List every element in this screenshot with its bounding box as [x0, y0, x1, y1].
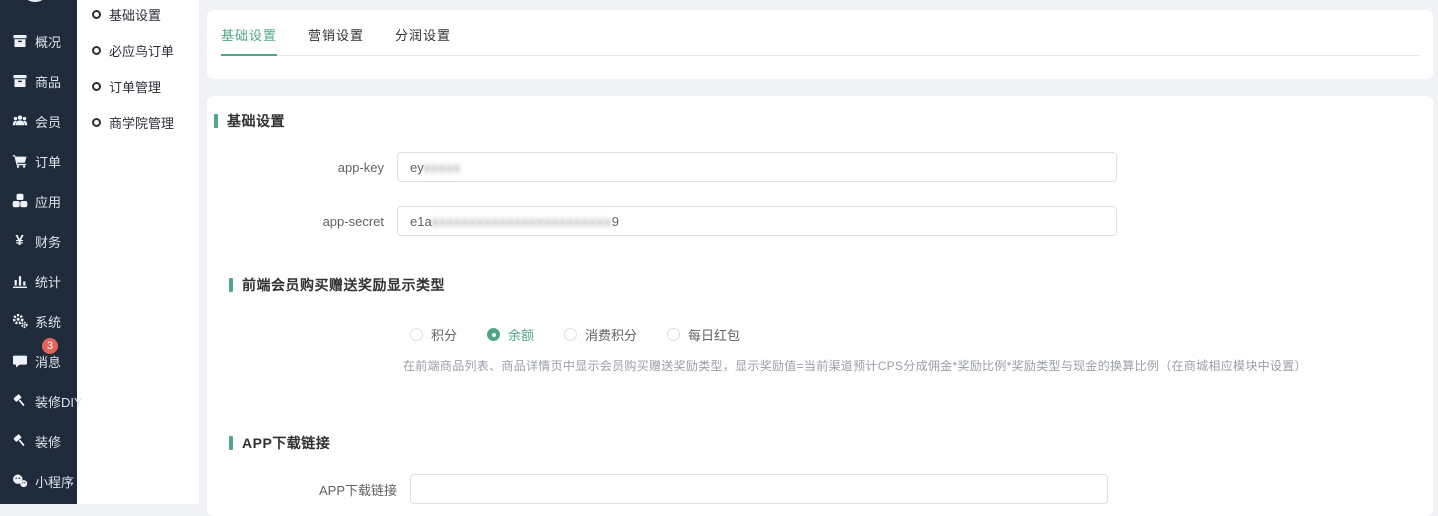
app-secret-label: app-secret: [207, 214, 397, 229]
submenu-item-order-management[interactable]: 订单管理: [77, 68, 199, 104]
app-secret-input[interactable]: e1axxxxxxxxxxxxxxxxxxxxxxxx9: [397, 206, 1117, 236]
settings-form-card: 基础设置 app-key eyxxxxx app-secret e1axxxxx…: [207, 96, 1433, 516]
tab-basic-settings[interactable]: 基础设置: [221, 26, 277, 55]
sidebar-item-label: 应用: [35, 192, 61, 211]
app-key-value-masked: xxxxx: [424, 160, 462, 175]
sidebar-item-goods[interactable]: 商品: [0, 61, 77, 101]
section-bar-icon: [214, 114, 218, 128]
sidebar-item-miniprogram[interactable]: 小程序: [0, 461, 77, 501]
app-root: 概况 商品 会员 订单 应用 ¥: [0, 0, 1438, 504]
sidebar-item-label: 系统: [35, 312, 61, 331]
app-secret-value-prefix: e1a: [410, 214, 432, 229]
tab-marketing-settings[interactable]: 营销设置: [308, 26, 364, 55]
app-key-value-prefix: ey: [410, 160, 424, 175]
sidebar-item-orders[interactable]: 订单: [0, 141, 77, 181]
decorate-diy-icon: [11, 393, 28, 409]
sidebar-item-label: 概况: [35, 32, 61, 51]
avatar[interactable]: [21, 0, 49, 2]
app-key-input[interactable]: eyxxxxx: [397, 152, 1117, 182]
tabs-card: 基础设置 营销设置 分润设置: [207, 10, 1433, 79]
app-key-row: app-key eyxxxxx: [207, 152, 1433, 182]
goods-icon: [11, 73, 28, 89]
app-key-label: app-key: [207, 160, 397, 175]
overview-icon: [11, 33, 28, 49]
sidebar-item-system[interactable]: 系统: [0, 301, 77, 341]
submenu-item-label: 必应鸟订单: [109, 41, 174, 60]
finance-icon: ¥: [11, 233, 28, 249]
sidebar-item-messages[interactable]: 消息 3: [0, 341, 77, 381]
decorate-icon: [11, 433, 28, 449]
app-download-link-label: APP下载链接: [207, 480, 410, 499]
radio-circle-icon: [667, 328, 680, 341]
system-icon: [11, 313, 28, 329]
reward-type-help-text: 在前端商品列表、商品详情页中显示会员购买赠送奖励类型，显示奖励值=当前渠道预计C…: [403, 357, 1433, 374]
submenu-item-label: 商学院管理: [109, 113, 174, 132]
circle-bullet-icon: [92, 10, 101, 19]
sidebar-item-label: 统计: [35, 272, 61, 291]
sidebar-item-label: 会员: [35, 112, 61, 131]
sidebar-item-apps[interactable]: 应用: [0, 181, 77, 221]
secondary-sidebar: 基础设置 必应鸟订单 订单管理 商学院管理: [77, 0, 199, 504]
section-title-text: 前端会员购买赠送奖励显示类型: [242, 275, 445, 295]
miniprogram-icon: [11, 473, 28, 489]
radio-daily-red-packet[interactable]: 每日红包: [667, 325, 740, 344]
app-secret-row: app-secret e1axxxxxxxxxxxxxxxxxxxxxxxx9: [207, 206, 1433, 236]
orders-icon: [11, 153, 28, 169]
app-download-link-input[interactable]: [410, 474, 1108, 504]
section-basic-settings: 基础设置: [214, 96, 1433, 131]
submenu-item-basic-settings[interactable]: 基础设置: [77, 0, 199, 32]
app-secret-value-suffix: 9: [612, 214, 619, 229]
tab-profit-sharing-settings[interactable]: 分润设置: [395, 26, 451, 55]
radio-balance[interactable]: 余额: [487, 325, 534, 344]
sidebar-item-decorate[interactable]: 装修: [0, 421, 77, 461]
stats-icon: [11, 273, 28, 289]
members-icon: [11, 113, 28, 129]
app-download-link-row: APP下载链接: [207, 474, 1433, 504]
circle-bullet-icon: [92, 118, 101, 127]
radio-consumption-points[interactable]: 消费积分: [564, 325, 637, 344]
submenu-item-label: 基础设置: [109, 5, 161, 24]
sidebar-item-members[interactable]: 会员: [0, 101, 77, 141]
sidebar-item-label: 商品: [35, 72, 61, 91]
section-title-text: 基础设置: [227, 111, 285, 131]
radio-circle-icon: [487, 328, 500, 341]
section-bar-icon: [229, 436, 233, 450]
section-reward-display-type: 前端会员购买赠送奖励显示类型: [229, 275, 1433, 295]
sidebar-item-stats[interactable]: 统计: [0, 261, 77, 301]
submenu-item-label: 订单管理: [109, 77, 161, 96]
section-app-download-link: APP下载链接: [229, 433, 1433, 453]
radio-circle-icon: [410, 328, 423, 341]
apps-icon: [11, 193, 28, 209]
primary-sidebar: 概况 商品 会员 订单 应用 ¥: [0, 0, 77, 504]
sidebar-item-label: 装修: [35, 432, 61, 451]
submenu-item-bingyingniao-orders[interactable]: 必应鸟订单: [77, 32, 199, 68]
tab-bar: 基础设置 营销设置 分润设置: [221, 10, 1419, 56]
circle-bullet-icon: [92, 82, 101, 91]
circle-bullet-icon: [92, 46, 101, 55]
sidebar-item-label: 财务: [35, 232, 61, 251]
sidebar-item-label: 订单: [35, 152, 61, 171]
section-title-text: APP下载链接: [242, 433, 330, 453]
radio-points[interactable]: 积分: [410, 325, 457, 344]
sidebar-item-label: 小程序: [35, 472, 74, 491]
sidebar-item-finance[interactable]: ¥ 财务: [0, 221, 77, 261]
radio-circle-icon: [564, 328, 577, 341]
app-secret-value-masked: xxxxxxxxxxxxxxxxxxxxxxxx: [432, 214, 612, 229]
sidebar-item-label: 消息: [35, 352, 61, 371]
submenu-item-business-school[interactable]: 商学院管理: [77, 104, 199, 140]
section-bar-icon: [229, 278, 233, 292]
messages-badge: 3: [42, 338, 58, 354]
sidebar-item-label: 装修DIY: [35, 392, 83, 411]
reward-type-radio-group: 积分 余额 消费积分 每日红包: [207, 325, 1433, 344]
sidebar-item-overview[interactable]: 概况: [0, 21, 77, 61]
main-content: 基础设置 营销设置 分润设置 基础设置 app-key eyxxxxx app-…: [199, 0, 1438, 504]
sidebar-item-decorate-diy[interactable]: 装修DIY: [0, 381, 77, 421]
messages-icon: [11, 353, 28, 369]
